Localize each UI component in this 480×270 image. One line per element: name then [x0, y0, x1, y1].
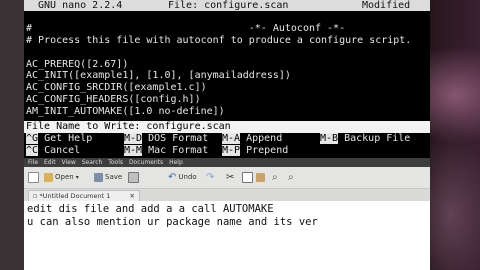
menu-documents[interactable]: Documents [129, 159, 163, 166]
menu-view[interactable]: View [62, 159, 76, 166]
replace-button[interactable]: ⌕ [288, 171, 294, 184]
code-line: AC_CONFIG_HEADERS([config.h]) [26, 94, 201, 105]
shortcut-append[interactable]: M-A Append [222, 133, 282, 145]
shortcut-prepend[interactable]: M-P Prepend [222, 145, 288, 157]
redo-button[interactable]: ↷ [206, 171, 214, 184]
undo-icon: ↶ [168, 172, 177, 183]
replace-icon: ⌕ [288, 172, 294, 183]
nano-version: GNU nano 2.2.4 [38, 0, 123, 11]
paste-button[interactable] [256, 171, 265, 184]
shortcut-mac-format[interactable]: M-M Mac Format [124, 145, 208, 157]
new-button[interactable] [28, 171, 39, 184]
find-button[interactable]: ⌕ [272, 171, 278, 184]
undo-button[interactable]: ↶ Undo [168, 171, 197, 184]
menu-tools[interactable]: Tools [108, 159, 123, 166]
tab-bar: ▫ *Untitled Document 1 ✕ [24, 189, 430, 202]
save-button[interactable]: Save [94, 171, 122, 184]
menu-help[interactable]: Help [169, 159, 183, 166]
scissors-icon: ✂ [226, 172, 235, 183]
folder-icon [44, 173, 53, 182]
menu-edit[interactable]: Edit [44, 159, 56, 166]
chevron-down-icon[interactable]: ▾ [76, 171, 79, 184]
search-icon: ⌕ [272, 172, 278, 183]
code-line: # -*- Autoconf -*- [26, 23, 346, 34]
terminal-window[interactable]: GNU nano 2.2.4 File: configure.scan Modi… [24, 0, 430, 158]
copy-button[interactable] [242, 171, 253, 184]
code-line: AC_CONFIG_SRCDIR([example1.c]) [26, 82, 207, 93]
code-line: AM_INIT_AUTOMAKE([1.0 no-define]) [26, 106, 225, 117]
code-line: AC_INIT([example1], [1.0], [anymailaddre… [26, 70, 291, 81]
redo-icon: ↷ [206, 172, 215, 183]
cut-button[interactable]: ✂ [226, 171, 234, 184]
editor-line: edit dis file and add a a call AUTOMAKE [27, 203, 274, 215]
open-button[interactable]: Open ▾ [44, 171, 79, 184]
copy-icon [242, 172, 253, 183]
new-document-icon [28, 172, 39, 183]
printer-icon [128, 172, 139, 183]
shortcut-cancel[interactable]: ^C Cancel [26, 145, 80, 157]
text-editor[interactable]: edit dis file and add a a call AUTOMAKE … [24, 201, 430, 270]
nano-status: Modified [362, 0, 411, 11]
save-icon [94, 173, 103, 182]
menu-search[interactable]: Search [82, 159, 103, 166]
nano-file-label: File: configure.scan [168, 0, 289, 11]
nano-title-bar: GNU nano 2.2.4 File: configure.scan Modi… [24, 0, 430, 11]
shortcut-dos-format[interactable]: M-D DOS Format [124, 133, 208, 145]
write-prompt-text: File Name to Write: configure.scan [26, 121, 231, 132]
toolbar: Open ▾ Save ↶ Undo ↷ ✂ ⌕ ⌕ [24, 167, 430, 189]
editor-line: u can also mention ur package name and i… [27, 216, 318, 228]
tab-title: *Untitled Document 1 [39, 192, 111, 200]
shortcut-backup-file[interactable]: M-B Backup File [320, 133, 410, 145]
menu-bar: File Edit View Search Tools Documents He… [24, 158, 430, 167]
print-button[interactable] [128, 171, 139, 184]
code-line: AC_PREREQ([2.67]) [26, 59, 129, 70]
code-line: # Process this file with autoconf to pro… [26, 35, 412, 46]
write-prompt[interactable]: File Name to Write: configure.scan [24, 121, 430, 133]
gedit-window[interactable]: File Edit View Search Tools Documents He… [24, 158, 430, 270]
paste-icon [256, 173, 265, 182]
left-panel [0, 0, 24, 270]
shortcut-get-help[interactable]: ^G Get Help [26, 133, 92, 145]
document-icon: ▫ [33, 192, 38, 200]
menu-file[interactable]: File [28, 159, 38, 166]
